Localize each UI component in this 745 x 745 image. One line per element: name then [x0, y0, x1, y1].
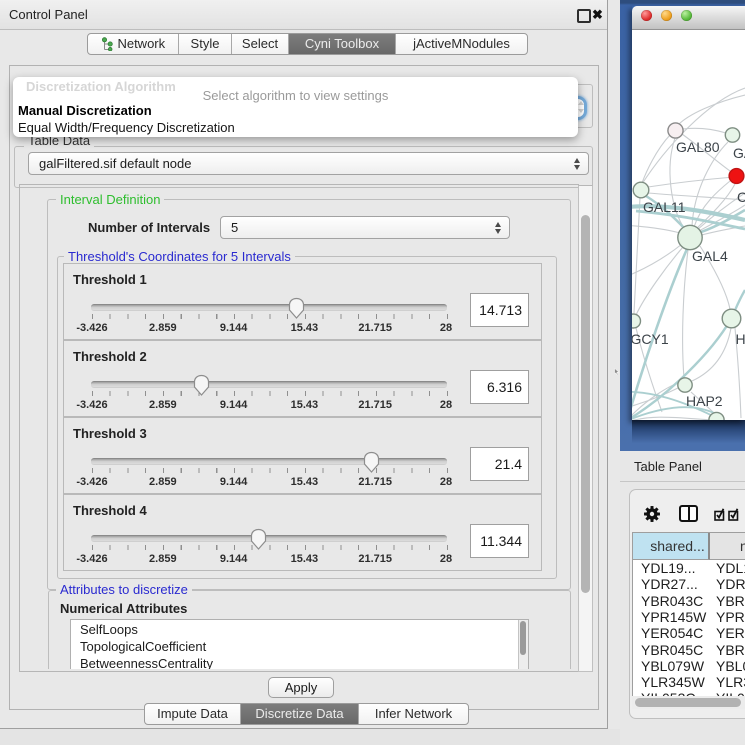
- svg-text:GAL2: GAL2: [733, 145, 745, 161]
- svg-text:HIS: HIS: [736, 331, 745, 347]
- svg-text:HAP2: HAP2: [686, 393, 723, 409]
- svg-text:GCY1: GCY1: [632, 331, 669, 347]
- svg-text:GAL11: GAL11: [643, 199, 686, 215]
- svg-text:CDC: CDC: [737, 189, 745, 205]
- svg-text:GAL4: GAL4: [692, 248, 728, 264]
- svg-text:GAL80: GAL80: [676, 139, 720, 155]
